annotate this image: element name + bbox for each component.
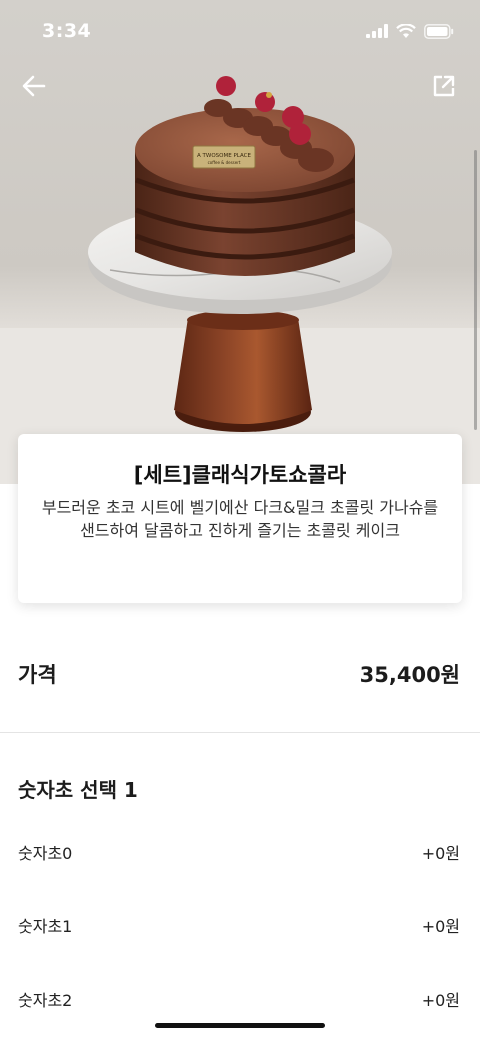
arrow-left-icon xyxy=(22,75,46,97)
home-indicator[interactable] xyxy=(155,1023,325,1028)
product-detail-screen: A TWOSOME PLACE coffee & dessert 3:34 [세… xyxy=(0,0,480,1039)
divider xyxy=(0,732,480,733)
option-name: 숫자초2 xyxy=(18,991,73,1010)
option-price: +0원 xyxy=(421,991,460,1010)
option-name: 숫자초1 xyxy=(18,917,73,936)
share-button[interactable] xyxy=(426,68,462,104)
price-value: 35,400원 xyxy=(359,663,460,687)
share-icon xyxy=(433,75,455,97)
cake-plaque-brand: A TWOSOME PLACE xyxy=(197,153,251,159)
option-price: +0원 xyxy=(421,917,460,936)
option-item[interactable]: 숫자초2 +0원 xyxy=(0,979,480,1019)
product-image: A TWOSOME PLACE coffee & dessert xyxy=(0,0,480,484)
scroll-indicator[interactable] xyxy=(474,150,477,430)
product-title: [세트]클래식가토쇼콜라 xyxy=(133,463,347,487)
product-info-card: [세트]클래식가토쇼콜라 부드러운 초코 시트에 벨기에산 다크&밀크 초콜릿 … xyxy=(18,434,462,603)
status-bar: 3:34 xyxy=(0,0,480,56)
option-item[interactable]: 숫자초0 +0원 xyxy=(0,832,480,872)
back-button[interactable] xyxy=(16,68,52,104)
price-label: 가격 xyxy=(18,663,57,687)
cake-illustration: A TWOSOME PLACE coffee & dessert xyxy=(0,76,480,484)
signal-icon xyxy=(366,24,388,38)
option-price: +0원 xyxy=(421,844,460,863)
battery-icon xyxy=(424,23,454,39)
option-item[interactable]: 숫자초1 +0원 xyxy=(0,905,480,945)
status-icons xyxy=(366,23,454,39)
product-description: 부드러운 초코 시트에 벨기에산 다크&밀크 초콜릿 가나슈를 샌드하여 달콤하… xyxy=(41,498,439,540)
wifi-icon xyxy=(396,23,416,38)
price-row: 가격 35,400원 xyxy=(0,640,480,708)
cake-plaque-tagline: coffee & dessert xyxy=(208,160,241,165)
status-time: 3:34 xyxy=(42,20,92,42)
options-section-title: 숫자초 선택 1 xyxy=(18,778,138,802)
option-name: 숫자초0 xyxy=(18,844,73,863)
